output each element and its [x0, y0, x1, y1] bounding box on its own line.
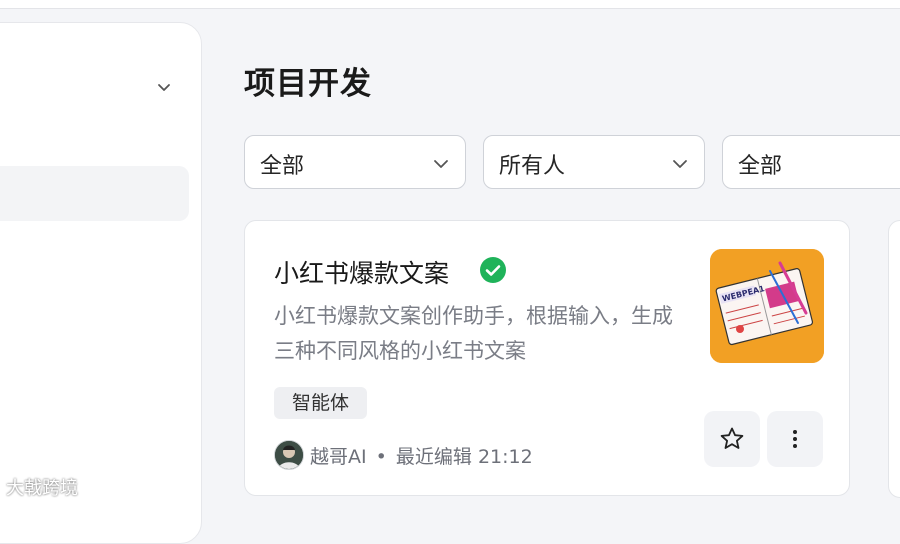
- card-tag: 智能体: [274, 387, 368, 419]
- chevron-down-icon[interactable]: [156, 79, 172, 95]
- filter-status-select[interactable]: 全部: [244, 135, 466, 189]
- avatar: [274, 440, 304, 470]
- card-thumbnail: WEBPEA1: [710, 249, 824, 363]
- filter-label: 全部: [738, 154, 783, 179]
- star-icon: [720, 427, 744, 449]
- sidebar-item-active[interactable]: [0, 166, 189, 221]
- project-card-next[interactable]: [888, 220, 900, 498]
- author-name[interactable]: 越哥AI: [310, 446, 367, 468]
- filter-type-select[interactable]: 全部: [722, 135, 900, 189]
- filter-owner-select[interactable]: 所有人: [483, 135, 705, 189]
- chevron-down-icon: [434, 160, 448, 168]
- more-options-button[interactable]: [767, 411, 823, 467]
- page-title: 项目开发: [244, 66, 372, 102]
- sidebar: [0, 22, 202, 544]
- card-meta: 越哥AI • 最近编辑 21:12: [310, 442, 533, 469]
- favorite-button[interactable]: [704, 411, 760, 467]
- meta-separator: •: [375, 446, 387, 468]
- card-title: 小红书爆款文案: [274, 259, 450, 288]
- project-card[interactable]: 小红书爆款文案 小红书爆款文案创作助手，根据输入，生成三种不同风格的小红书文案 …: [244, 220, 850, 496]
- chevron-down-icon: [673, 160, 687, 168]
- filter-label: 所有人: [499, 154, 566, 179]
- card-description: 小红书爆款文案创作助手，根据输入，生成三种不同风格的小红书文案: [274, 304, 673, 363]
- edited-time: 最近编辑 21:12: [395, 446, 533, 468]
- top-bar: [0, 0, 900, 9]
- filter-label: 全部: [260, 154, 305, 179]
- more-vertical-icon: [793, 430, 797, 448]
- check-circle-icon: [480, 257, 506, 283]
- watermark: 大戟跨境: [6, 478, 78, 499]
